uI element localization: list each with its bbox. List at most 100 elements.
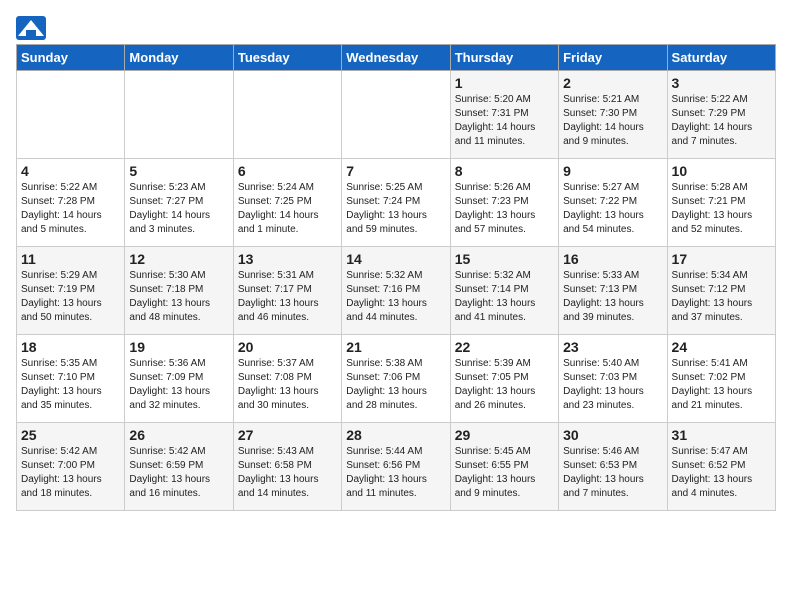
day-number: 16 xyxy=(563,251,662,267)
weekday-header-thursday: Thursday xyxy=(450,45,558,71)
calendar-cell: 10 Sunrise: 5:28 AM Sunset: 7:21 PM Dayli… xyxy=(667,159,775,247)
calendar-cell: 14 Sunrise: 5:32 AM Sunset: 7:16 PM Dayli… xyxy=(342,247,450,335)
calendar-cell xyxy=(233,71,341,159)
day-info: Sunrise: 5:24 AM Sunset: 7:25 PM Dayligh… xyxy=(238,181,337,237)
calendar-cell: 30 Sunrise: 5:46 AM Sunset: 6:53 PM Dayli… xyxy=(559,423,667,511)
day-number: 3 xyxy=(672,75,771,91)
calendar-cell: 7Sunrise: 5:25 AM Sunset: 7:24 PM Daylig… xyxy=(342,159,450,247)
day-number: 8 xyxy=(455,163,554,179)
weekday-header-tuesday: Tuesday xyxy=(233,45,341,71)
calendar-cell: 27 Sunrise: 5:43 AM Sunset: 6:58 PM Dayli… xyxy=(233,423,341,511)
calendar-cell: 31 Sunrise: 5:47 AM Sunset: 6:52 PM Dayli… xyxy=(667,423,775,511)
day-number: 23 xyxy=(563,339,662,355)
day-info: Sunrise: 5:26 AM Sunset: 7:23 PM Dayligh… xyxy=(455,181,554,237)
page-header xyxy=(16,16,776,40)
calendar-cell: 11Sunrise: 5:29 AM Sunset: 7:19 PM Dayli… xyxy=(17,247,125,335)
day-number: 24 xyxy=(672,339,771,355)
day-number: 10 xyxy=(672,163,771,179)
calendar-cell: 8 Sunrise: 5:26 AM Sunset: 7:23 PM Daylig… xyxy=(450,159,558,247)
day-number: 12 xyxy=(129,251,228,267)
weekday-header-friday: Friday xyxy=(559,45,667,71)
day-info: Sunrise: 5:22 AM Sunset: 7:28 PM Dayligh… xyxy=(21,181,120,237)
day-number: 4 xyxy=(21,163,120,179)
day-info: Sunrise: 5:32 AM Sunset: 7:16 PM Dayligh… xyxy=(346,269,445,325)
day-info: Sunrise: 5:23 AM Sunset: 7:27 PM Dayligh… xyxy=(129,181,228,237)
day-info: Sunrise: 5:30 AM Sunset: 7:18 PM Dayligh… xyxy=(129,269,228,325)
logo-icon xyxy=(16,16,46,40)
day-number: 14 xyxy=(346,251,445,267)
day-info: Sunrise: 5:27 AM Sunset: 7:22 PM Dayligh… xyxy=(563,181,662,237)
calendar-cell: 29 Sunrise: 5:45 AM Sunset: 6:55 PM Dayli… xyxy=(450,423,558,511)
calendar-week-row: 11Sunrise: 5:29 AM Sunset: 7:19 PM Dayli… xyxy=(17,247,776,335)
day-number: 30 xyxy=(563,427,662,443)
day-number: 2 xyxy=(563,75,662,91)
calendar-cell: 26 Sunrise: 5:42 AM Sunset: 6:59 PM Dayli… xyxy=(125,423,233,511)
calendar-cell: 13Sunrise: 5:31 AM Sunset: 7:17 PM Dayli… xyxy=(233,247,341,335)
calendar-cell: 22Sunrise: 5:39 AM Sunset: 7:05 PM Dayli… xyxy=(450,335,558,423)
day-info: Sunrise: 5:38 AM Sunset: 7:06 PM Dayligh… xyxy=(346,357,445,413)
day-number: 28 xyxy=(346,427,445,443)
weekday-header-wednesday: Wednesday xyxy=(342,45,450,71)
day-number: 29 xyxy=(455,427,554,443)
day-number: 19 xyxy=(129,339,228,355)
day-number: 1 xyxy=(455,75,554,91)
day-info: Sunrise: 5:46 AM Sunset: 6:53 PM Dayligh… xyxy=(563,445,662,501)
weekday-header-monday: Monday xyxy=(125,45,233,71)
calendar-cell: 17Sunrise: 5:34 AM Sunset: 7:12 PM Dayli… xyxy=(667,247,775,335)
day-number: 13 xyxy=(238,251,337,267)
day-info: Sunrise: 5:40 AM Sunset: 7:03 PM Dayligh… xyxy=(563,357,662,413)
day-number: 25 xyxy=(21,427,120,443)
day-number: 6 xyxy=(238,163,337,179)
calendar-cell: 5Sunrise: 5:23 AM Sunset: 7:27 PM Daylig… xyxy=(125,159,233,247)
calendar-cell: 1 Sunrise: 5:20 AM Sunset: 7:31 PM Daylig… xyxy=(450,71,558,159)
calendar-cell: 15Sunrise: 5:32 AM Sunset: 7:14 PM Dayli… xyxy=(450,247,558,335)
day-number: 21 xyxy=(346,339,445,355)
calendar-body: 1 Sunrise: 5:20 AM Sunset: 7:31 PM Daylig… xyxy=(17,71,776,511)
calendar-cell xyxy=(342,71,450,159)
day-info: Sunrise: 5:41 AM Sunset: 7:02 PM Dayligh… xyxy=(672,357,771,413)
calendar-week-row: 4 Sunrise: 5:22 AM Sunset: 7:28 PM Daylig… xyxy=(17,159,776,247)
day-info: Sunrise: 5:21 AM Sunset: 7:30 PM Dayligh… xyxy=(563,93,662,149)
weekday-header-row: SundayMondayTuesdayWednesdayThursdayFrid… xyxy=(17,45,776,71)
calendar-header: SundayMondayTuesdayWednesdayThursdayFrid… xyxy=(17,45,776,71)
calendar-cell: 28 Sunrise: 5:44 AM Sunset: 6:56 PM Dayli… xyxy=(342,423,450,511)
day-info: Sunrise: 5:29 AM Sunset: 7:19 PM Dayligh… xyxy=(21,269,120,325)
day-info: Sunrise: 5:42 AM Sunset: 6:59 PM Dayligh… xyxy=(129,445,228,501)
calendar-cell: 21 Sunrise: 5:38 AM Sunset: 7:06 PM Dayli… xyxy=(342,335,450,423)
calendar-cell: 19Sunrise: 5:36 AM Sunset: 7:09 PM Dayli… xyxy=(125,335,233,423)
day-number: 27 xyxy=(238,427,337,443)
calendar-cell: 2 Sunrise: 5:21 AM Sunset: 7:30 PM Daylig… xyxy=(559,71,667,159)
calendar-cell xyxy=(125,71,233,159)
day-info: Sunrise: 5:20 AM Sunset: 7:31 PM Dayligh… xyxy=(455,93,554,149)
weekday-header-sunday: Sunday xyxy=(17,45,125,71)
day-number: 26 xyxy=(129,427,228,443)
day-number: 15 xyxy=(455,251,554,267)
day-info: Sunrise: 5:33 AM Sunset: 7:13 PM Dayligh… xyxy=(563,269,662,325)
day-info: Sunrise: 5:35 AM Sunset: 7:10 PM Dayligh… xyxy=(21,357,120,413)
calendar-table: SundayMondayTuesdayWednesdayThursdayFrid… xyxy=(16,44,776,511)
calendar-week-row: 1 Sunrise: 5:20 AM Sunset: 7:31 PM Daylig… xyxy=(17,71,776,159)
day-info: Sunrise: 5:45 AM Sunset: 6:55 PM Dayligh… xyxy=(455,445,554,501)
logo xyxy=(16,16,50,40)
day-number: 22 xyxy=(455,339,554,355)
calendar-cell xyxy=(17,71,125,159)
day-info: Sunrise: 5:47 AM Sunset: 6:52 PM Dayligh… xyxy=(672,445,771,501)
calendar-cell: 4 Sunrise: 5:22 AM Sunset: 7:28 PM Daylig… xyxy=(17,159,125,247)
day-info: Sunrise: 5:28 AM Sunset: 7:21 PM Dayligh… xyxy=(672,181,771,237)
calendar-week-row: 18 Sunrise: 5:35 AM Sunset: 7:10 PM Dayli… xyxy=(17,335,776,423)
calendar-cell: 16 Sunrise: 5:33 AM Sunset: 7:13 PM Dayli… xyxy=(559,247,667,335)
calendar-cell: 24 Sunrise: 5:41 AM Sunset: 7:02 PM Dayli… xyxy=(667,335,775,423)
day-number: 18 xyxy=(21,339,120,355)
day-number: 31 xyxy=(672,427,771,443)
day-info: Sunrise: 5:43 AM Sunset: 6:58 PM Dayligh… xyxy=(238,445,337,501)
calendar-cell: 20Sunrise: 5:37 AM Sunset: 7:08 PM Dayli… xyxy=(233,335,341,423)
day-info: Sunrise: 5:44 AM Sunset: 6:56 PM Dayligh… xyxy=(346,445,445,501)
day-info: Sunrise: 5:22 AM Sunset: 7:29 PM Dayligh… xyxy=(672,93,771,149)
weekday-header-saturday: Saturday xyxy=(667,45,775,71)
day-number: 17 xyxy=(672,251,771,267)
day-number: 7 xyxy=(346,163,445,179)
day-number: 9 xyxy=(563,163,662,179)
calendar-cell: 9 Sunrise: 5:27 AM Sunset: 7:22 PM Daylig… xyxy=(559,159,667,247)
day-number: 20 xyxy=(238,339,337,355)
calendar-week-row: 25Sunrise: 5:42 AM Sunset: 7:00 PM Dayli… xyxy=(17,423,776,511)
